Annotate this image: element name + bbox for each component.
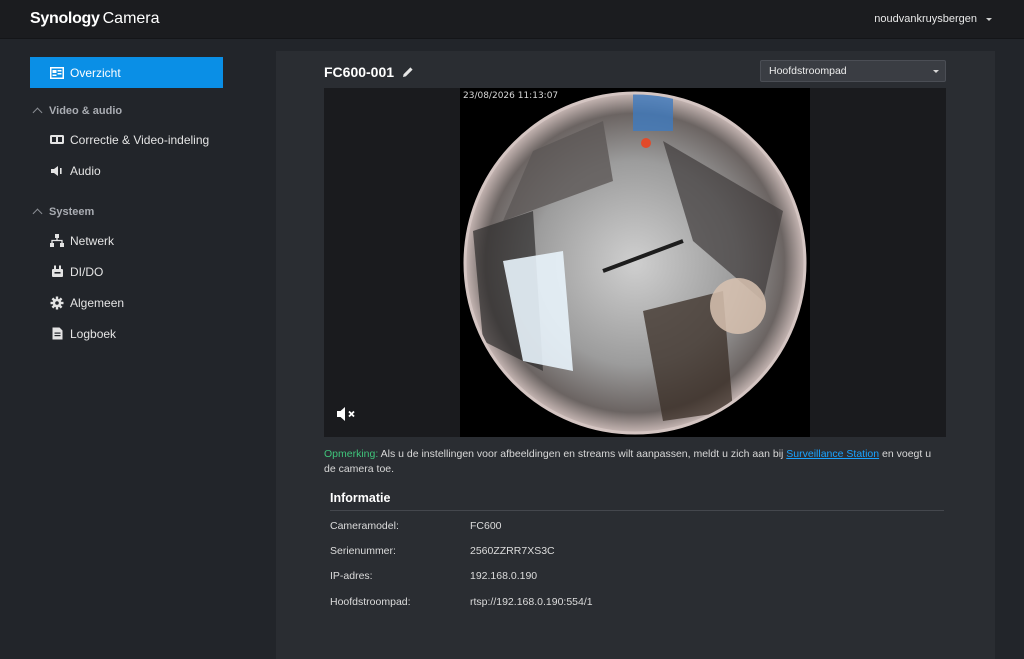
speaker-icon xyxy=(50,164,64,178)
note-label: Opmerking: xyxy=(324,448,379,460)
note-text: Als u de instellingen voor afbeeldingen … xyxy=(378,448,787,460)
pencil-icon[interactable] xyxy=(402,66,414,78)
info-row: Cameramodel: FC600 xyxy=(330,520,502,532)
sidebar-group-system[interactable]: Systeem xyxy=(32,206,95,219)
sidebar-item-label: Algemeen xyxy=(70,295,125,310)
video-layout-icon xyxy=(50,133,64,147)
settings-note: Opmerking: Als u de instellingen voor af… xyxy=(324,447,944,477)
live-video-frame: 23/08/2026 11:13:07 xyxy=(460,88,810,437)
chevron-down-icon xyxy=(986,17,992,21)
info-key: Cameramodel: xyxy=(330,520,399,532)
sidebar-item-correction-video-layout[interactable]: Correctie & Video-indeling xyxy=(30,124,223,155)
sidebar-group-video-audio[interactable]: Video & audio xyxy=(32,105,123,118)
sidebar-item-label: Overzicht xyxy=(70,65,121,80)
info-section-title: Informatie xyxy=(330,491,944,511)
sidebar-item-network[interactable]: Netwerk xyxy=(30,225,223,256)
sidebar-item-overview[interactable]: Overzicht xyxy=(30,57,223,88)
stream-select[interactable]: Hoofdstroompad xyxy=(760,60,946,82)
mute-icon[interactable] xyxy=(336,405,358,423)
info-row: Hoofdstroompad: rtsp://192.168.0.190:554/… xyxy=(330,596,593,608)
sidebar: Overzicht Video & audio Correctie & Vide… xyxy=(0,39,255,659)
camera-title: FC600-001 xyxy=(324,64,414,80)
info-row: Serienummer: 2560ZZRR7XS3C xyxy=(330,545,555,557)
sidebar-item-log[interactable]: Logboek xyxy=(30,318,223,349)
video-timestamp: 23/08/2026 11:13:07 xyxy=(463,91,559,101)
info-key: Serienummer: xyxy=(330,545,396,557)
sidebar-item-general[interactable]: Algemeen xyxy=(30,287,223,318)
gear-icon xyxy=(50,296,64,310)
info-value: 2560ZZRR7XS3C xyxy=(470,545,555,557)
sidebar-item-dido[interactable]: DI/DO xyxy=(30,256,223,287)
brand-product: Camera xyxy=(102,10,160,27)
sidebar-group-label: Video & audio xyxy=(49,105,123,117)
log-icon xyxy=(50,327,64,341)
sidebar-group-label: Systeem xyxy=(49,206,95,218)
camera-name: FC600-001 xyxy=(324,64,395,80)
chevron-down-icon xyxy=(933,70,939,73)
fisheye-camera-image xyxy=(463,91,807,435)
sidebar-item-label: Logboek xyxy=(70,326,117,341)
info-row: IP-adres: 192.168.0.190 xyxy=(330,570,537,582)
sidebar-item-audio[interactable]: Audio xyxy=(30,155,223,186)
info-key: IP-adres: xyxy=(330,570,373,582)
dido-icon xyxy=(50,265,64,279)
info-value: FC600 xyxy=(470,520,502,532)
network-icon xyxy=(50,234,64,248)
chevron-up-icon xyxy=(32,208,43,219)
info-value: 192.168.0.190 xyxy=(470,570,538,582)
chevron-up-icon xyxy=(32,107,43,118)
sidebar-item-label: Correctie & Video-indeling xyxy=(70,132,210,147)
sidebar-item-label: DI/DO xyxy=(70,264,104,279)
surveillance-station-link[interactable]: Surveillance Station xyxy=(786,448,879,460)
info-value: rtsp://192.168.0.190:554/1 xyxy=(470,596,593,608)
username: noudvankruysbergen xyxy=(874,13,977,25)
info-key: Hoofdstroompad: xyxy=(330,596,411,608)
sidebar-item-label: Netwerk xyxy=(70,233,115,248)
brand-name: Synology xyxy=(30,10,100,27)
main-panel: FC600-001 Hoofdstroompad 23/08/2026 11:1… xyxy=(276,51,995,659)
video-player[interactable]: 23/08/2026 11:13:07 xyxy=(324,88,946,437)
stream-select-value: Hoofdstroompad xyxy=(769,65,847,77)
user-menu[interactable]: noudvankruysbergen xyxy=(874,13,992,25)
app-logo: Synology Camera xyxy=(30,10,160,28)
sidebar-item-label: Audio xyxy=(70,163,101,178)
top-bar: Synology Camera noudvankruysbergen xyxy=(0,0,1024,39)
overview-icon xyxy=(50,66,64,80)
